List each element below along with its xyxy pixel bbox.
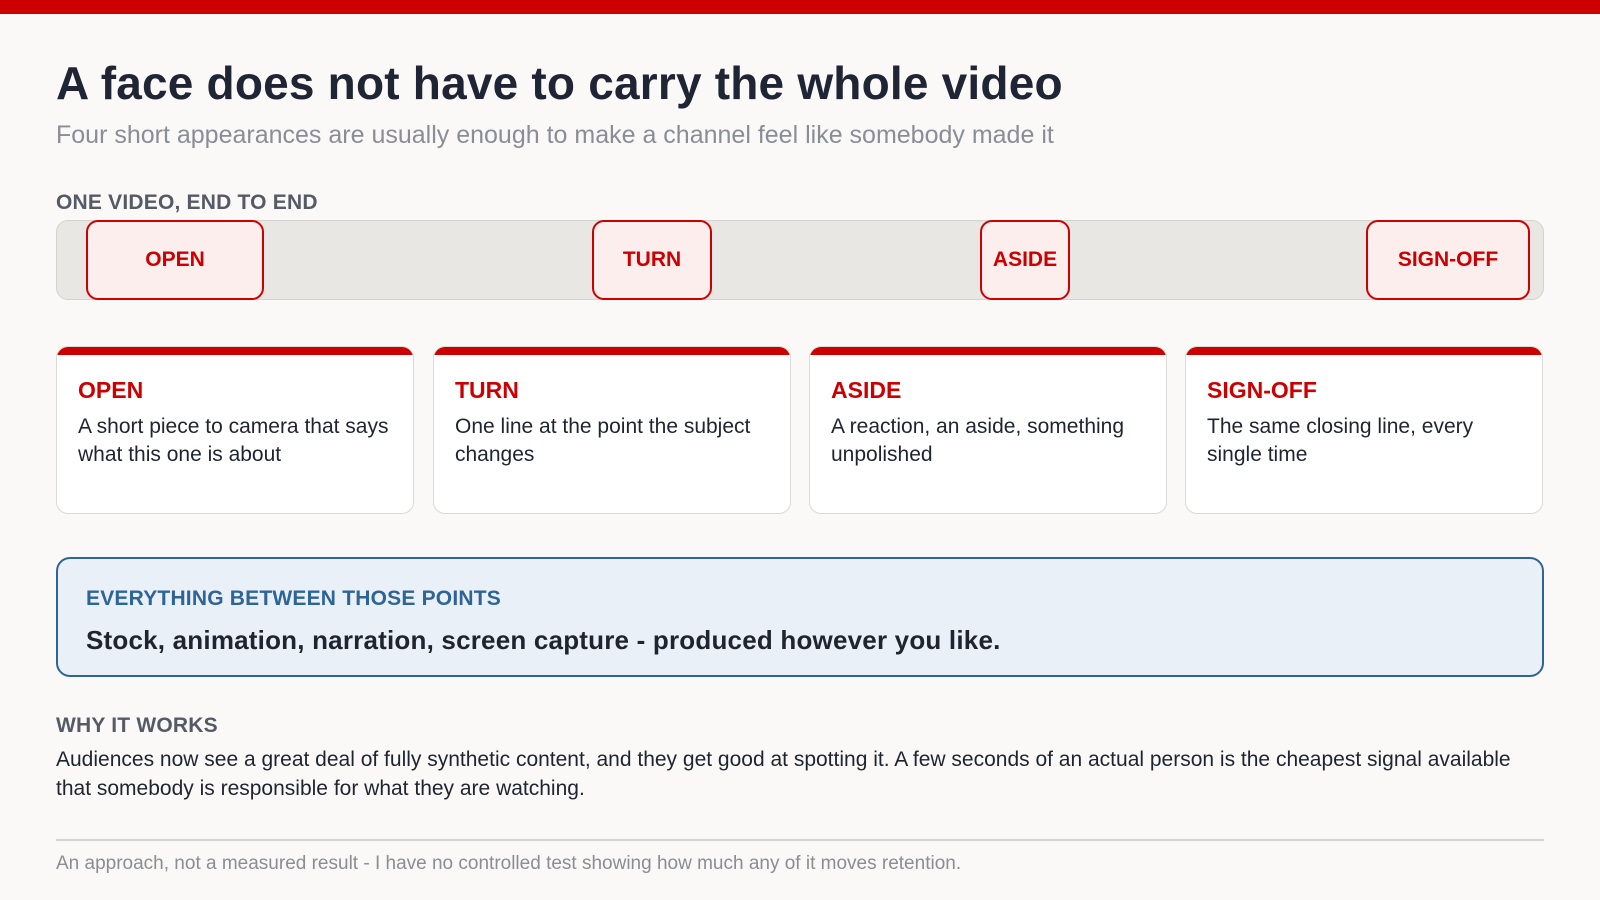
card-open: OPEN A short piece to camera that says w… (56, 346, 414, 514)
card-turn: TURN One line at the point the subject c… (433, 346, 791, 514)
timeline-marker-aside[interactable]: ASIDE (980, 220, 1070, 300)
timeline-label: ONE VIDEO, END TO END (56, 191, 318, 214)
why-text: Audiences now see a great deal of fully … (56, 748, 1511, 800)
timeline-marker-sign-off[interactable]: SIGN-OFF (1366, 220, 1530, 300)
page-subtitle: Four short appearances are usually enoug… (56, 121, 1054, 149)
card-title: ASIDE (831, 377, 902, 403)
card-aside: ASIDE A reaction, an aside, something un… (809, 346, 1167, 514)
card-title: OPEN (78, 377, 144, 403)
footnote: An approach, not a measured result - I h… (56, 853, 962, 874)
card-body: The same closing line, every single time (1207, 415, 1474, 466)
between-points-callout: EVERYTHING BETWEEN THOSE POINTS Stock, a… (56, 557, 1544, 677)
callout-text: Stock, animation, narration, screen capt… (86, 625, 1001, 655)
callout-label: EVERYTHING BETWEEN THOSE POINTS (86, 587, 501, 610)
card-body: One line at the point the subject change… (455, 415, 751, 466)
card-accent-bar (434, 347, 790, 355)
card-body: A reaction, an aside, something unpolish… (831, 415, 1125, 466)
card-title: SIGN-OFF (1207, 377, 1317, 403)
page-title: A face does not have to carry the whole … (56, 57, 1063, 109)
card-sign-off: SIGN-OFF The same closing line, every si… (1185, 346, 1543, 514)
card-title: TURN (455, 377, 519, 403)
timeline-marker-turn[interactable]: TURN (592, 220, 712, 300)
card-accent-bar (810, 347, 1166, 355)
footer-divider (56, 839, 1544, 841)
card-accent-bar (1186, 347, 1542, 355)
timeline-track (56, 220, 1544, 300)
top-accent-bar (0, 0, 1600, 14)
card-accent-bar (57, 347, 413, 355)
timeline-marker-open[interactable]: OPEN (86, 220, 264, 300)
why-label: WHY IT WORKS (56, 714, 218, 737)
card-body: A short piece to camera that says what t… (78, 415, 389, 466)
